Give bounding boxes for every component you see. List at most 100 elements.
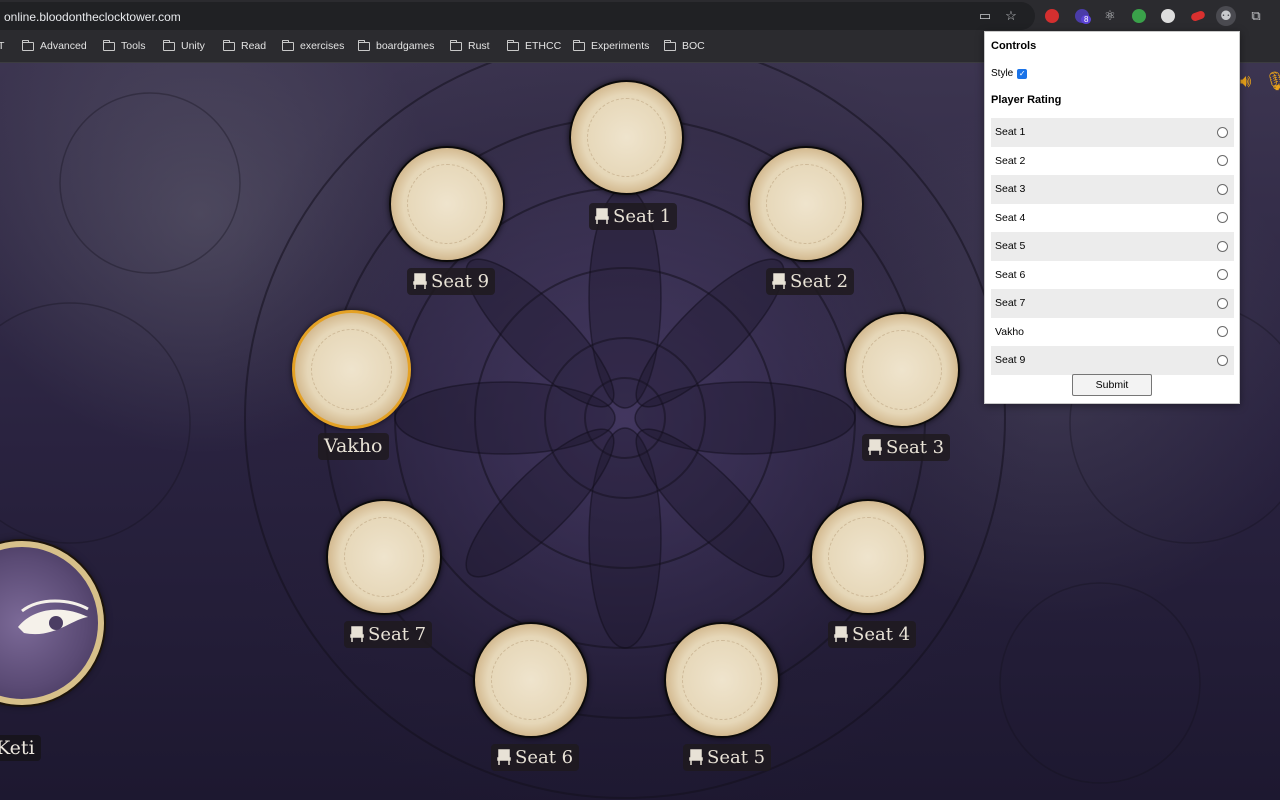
player-rating-list: Seat 1 Seat 2 Seat 3 Seat 4 Seat 5 Seat … (991, 118, 1234, 375)
rating-radio[interactable] (1217, 326, 1228, 338)
camera-icon[interactable]: ▭ (975, 6, 995, 26)
extension-active-icon[interactable]: ⚉ (1216, 6, 1236, 26)
bookmark-label: Unity (181, 40, 205, 52)
extension-red-icon[interactable] (1042, 6, 1062, 26)
rating-player-name: Seat 6 (995, 268, 1026, 281)
chair-icon (350, 626, 364, 642)
seat-9-token[interactable] (389, 146, 505, 262)
player-name: Vakho (324, 435, 383, 457)
bookmark-exercises[interactable]: exercises (282, 39, 345, 52)
bookmark-advanced[interactable]: Advanced (22, 39, 87, 52)
seat-label: Seat 5 (707, 747, 766, 768)
rating-row-seat-1: Seat 1 (991, 118, 1234, 147)
player-rating-title: Player Rating (991, 94, 1062, 106)
rating-player-name: Seat 5 (995, 240, 1026, 253)
extensions-puzzle-icon[interactable]: ⧉ (1246, 6, 1266, 26)
address-bar[interactable]: online.bloodontheclocktower.com (0, 2, 1035, 30)
rating-player-name: Seat 4 (995, 211, 1026, 224)
seat-label: Seat 1 (613, 206, 672, 227)
extension-green-icon[interactable] (1129, 6, 1149, 26)
eye-icon (18, 599, 89, 635)
rating-radio[interactable] (1217, 155, 1228, 167)
bookmark-boardgames[interactable]: boardgames (358, 39, 435, 52)
star-icon[interactable]: ☆ (1001, 6, 1021, 26)
popup-title: Controls (991, 40, 1037, 52)
rating-player-name: Seat 1 (995, 126, 1026, 139)
rating-radio[interactable] (1217, 126, 1228, 138)
rating-row-seat-6: Seat 6 (991, 261, 1234, 290)
folder-icon (450, 39, 462, 51)
speaker-icon[interactable]: 🔊︎ (1240, 71, 1251, 92)
bookmark-truncated[interactable]: T (0, 40, 4, 52)
seat-6-token[interactable] (473, 622, 589, 738)
seat-7-token[interactable] (326, 499, 442, 615)
extension-redpen-icon[interactable] (1188, 6, 1208, 26)
rating-row-seat-9: Seat 9 (991, 346, 1234, 375)
chair-icon (689, 749, 703, 765)
bookmark-read[interactable]: Read (223, 39, 267, 52)
vakho-token[interactable] (292, 310, 411, 429)
folder-icon (507, 39, 519, 51)
rating-row-seat-3: Seat 3 (991, 175, 1234, 204)
rating-radio[interactable] (1217, 240, 1228, 252)
style-label: Style (991, 68, 1014, 79)
chair-icon (413, 273, 427, 289)
folder-icon (223, 39, 235, 51)
folder-icon (163, 39, 175, 51)
bookmark-boc[interactable]: BOC (664, 39, 705, 52)
seat-label: Seat 4 (852, 624, 911, 645)
rating-radio[interactable] (1217, 183, 1228, 195)
bookmark-label: Rust (468, 40, 490, 52)
bookmark-label: Experiments (591, 40, 650, 52)
submit-button[interactable]: Submit (1072, 374, 1152, 396)
bookmark-experiments[interactable]: Experiments (573, 39, 650, 52)
bookmark-label: Tools (121, 40, 146, 52)
bookmark-label: exercises (300, 40, 345, 52)
extension-grey-icon[interactable] (1158, 6, 1178, 26)
rating-radio[interactable] (1217, 269, 1228, 281)
rating-row-vakho: Vakho (991, 318, 1234, 347)
folder-icon (282, 39, 294, 51)
rating-player-name: Seat 7 (995, 297, 1026, 310)
microphone-icon[interactable]: 🎙︎ (1264, 71, 1280, 92)
folder-icon (358, 39, 370, 51)
seat-5-token[interactable] (664, 622, 780, 738)
chair-icon (497, 749, 511, 765)
bookmark-label: boardgames (376, 40, 435, 52)
seat-2-token[interactable] (748, 146, 864, 262)
bookmark-tools[interactable]: Tools (103, 39, 146, 52)
rating-radio[interactable] (1217, 354, 1228, 366)
seat-4-nameplate: Seat 4 (828, 621, 917, 648)
style-checkbox[interactable]: ✓ (1017, 68, 1028, 79)
atom-icon[interactable]: ⚛ (1100, 6, 1120, 26)
bookmark-label: Read (241, 40, 267, 52)
chair-icon (868, 439, 882, 455)
seat-label: Seat 3 (886, 437, 945, 458)
seat-1-nameplate: Seat 1 (589, 203, 678, 230)
rating-radio[interactable] (1217, 297, 1228, 309)
rating-radio[interactable] (1217, 212, 1228, 224)
url-text: online.bloodontheclocktower.com (4, 10, 181, 24)
chair-icon (595, 208, 609, 224)
rating-row-seat-4: Seat 4 (991, 204, 1234, 233)
folder-icon (573, 39, 585, 51)
bookmark-unity[interactable]: Unity (163, 39, 205, 52)
chair-icon (834, 626, 848, 642)
extension-purple-icon[interactable]: 8 (1072, 6, 1092, 26)
bookmark-label: BOC (682, 40, 705, 52)
folder-icon (664, 39, 676, 51)
browser-toolbar: online.bloodontheclocktower.com ▭ ☆ 8 ⚛ … (0, 0, 1280, 32)
bookmark-ethcc[interactable]: ETHCC (507, 39, 561, 52)
seat-7-nameplate: Seat 7 (344, 621, 433, 648)
rating-row-seat-5: Seat 5 (991, 232, 1234, 261)
seat-label: Seat 7 (368, 624, 427, 645)
extension-badge: 8 (1081, 15, 1092, 24)
folder-icon (22, 39, 34, 51)
bookmark-rust[interactable]: Rust (450, 39, 490, 52)
extension-popup: Controls Style ✓ Player Rating Seat 1 Se… (984, 31, 1240, 404)
seat-1-token[interactable] (569, 80, 684, 195)
seat-3-token[interactable] (844, 312, 960, 428)
style-row: Style ✓ (991, 68, 1028, 79)
seat-4-token[interactable] (810, 499, 926, 615)
seat-3-nameplate: Seat 3 (862, 434, 951, 461)
